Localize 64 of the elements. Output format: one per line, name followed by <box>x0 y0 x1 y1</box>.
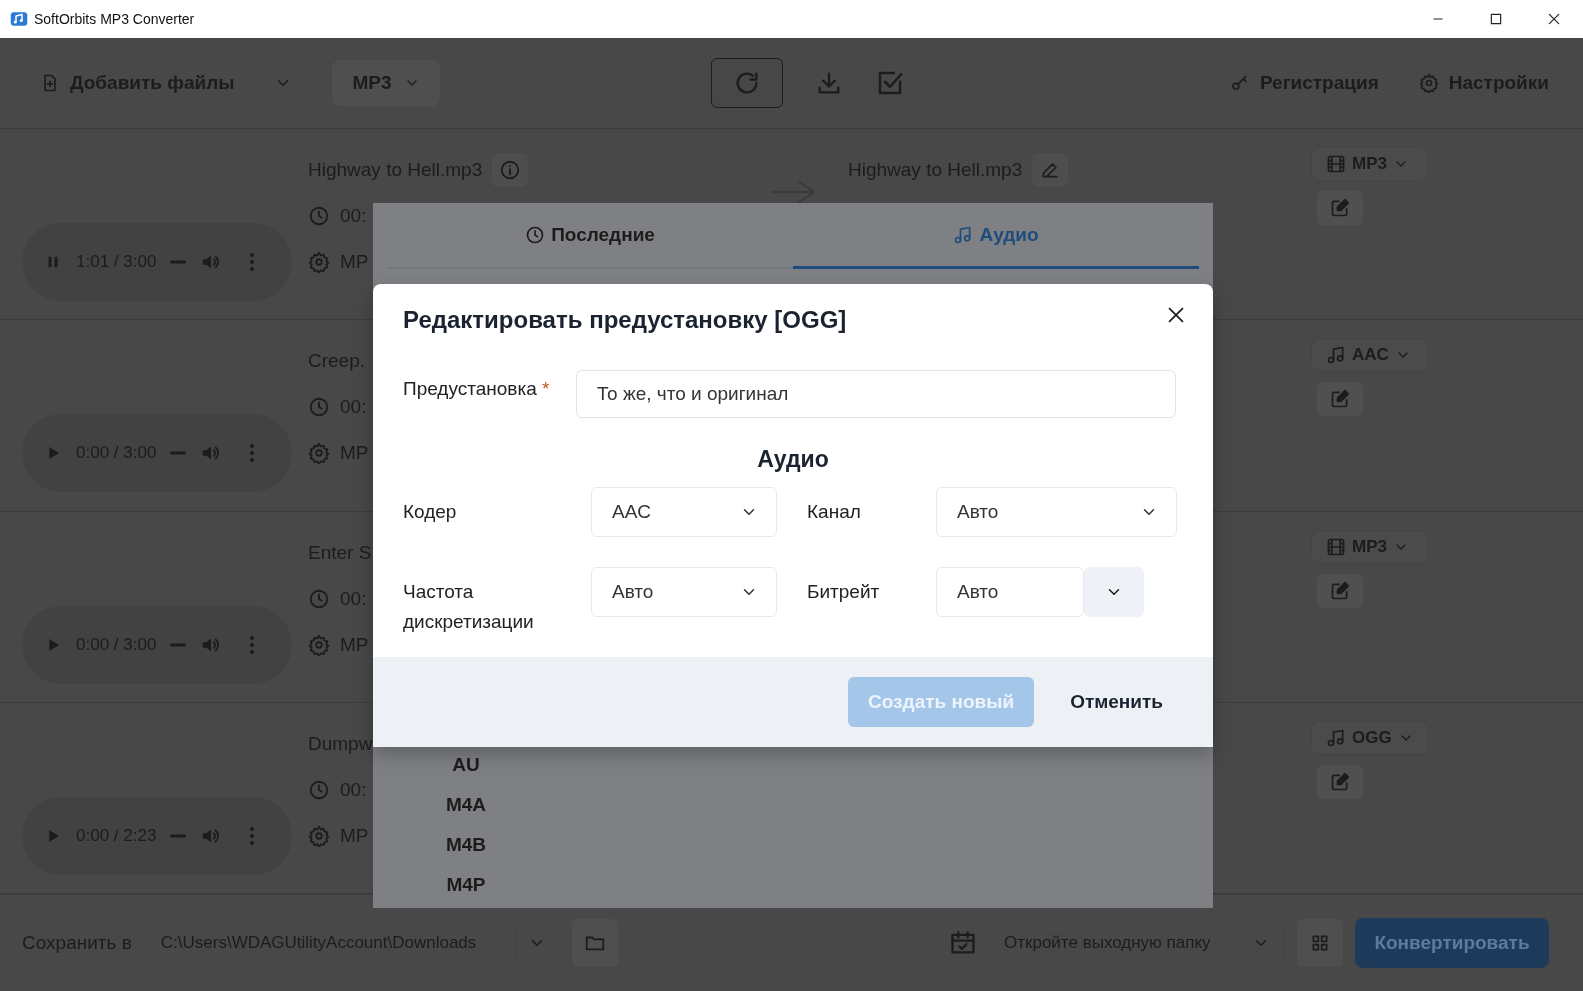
format-option[interactable]: AU <box>431 745 501 785</box>
progress-slider-icon <box>170 642 187 647</box>
music-note-icon <box>1326 345 1346 366</box>
preset-label: Предустановка * <box>403 377 551 400</box>
select-field[interactable]: Авто <box>936 487 1177 537</box>
field-label: Битрейт <box>806 580 881 604</box>
settings-icon <box>1418 73 1439 93</box>
maximize-icon <box>1489 12 1503 26</box>
clock-icon <box>308 778 330 801</box>
clock-icon <box>308 205 330 227</box>
film-icon <box>1326 536 1346 557</box>
select-field[interactable]: Авто <box>591 567 777 617</box>
key-icon <box>1229 73 1250 93</box>
preset-name-field[interactable]: То же, что и оригинал <box>576 370 1176 418</box>
film-icon <box>1326 154 1346 174</box>
progress-slider-icon <box>170 451 187 456</box>
close-icon <box>1547 12 1561 26</box>
field-label: Частота дискретизации <box>403 580 535 634</box>
edit-button[interactable] <box>1317 573 1363 608</box>
edit-icon <box>1330 580 1350 601</box>
clock-icon <box>308 396 330 419</box>
rename-button[interactable] <box>1032 153 1069 187</box>
progress-slider-icon <box>170 833 187 838</box>
bitrate-field[interactable]: Авто <box>936 567 1084 617</box>
dialog-title: Редактировать предустановку [OGG] <box>403 306 847 334</box>
more-icon <box>250 826 255 845</box>
layout-icon <box>1310 933 1330 953</box>
format-option[interactable]: M4A <box>431 785 501 825</box>
preset-tab[interactable]: Аудио <box>793 203 1199 269</box>
settings-icon <box>308 442 330 465</box>
settings-icon <box>308 824 330 847</box>
progress-slider-icon <box>170 260 187 264</box>
edit-button[interactable] <box>1317 382 1363 417</box>
preset-tab[interactable]: Последние <box>387 203 793 269</box>
window-title: SoftOrbits MP3 Converter <box>34 11 195 27</box>
edit-button[interactable] <box>1317 191 1363 225</box>
select-field[interactable]: AAC <box>591 487 777 537</box>
calendar-check-icon <box>949 929 977 957</box>
section-heading: Аудио <box>756 446 830 473</box>
more-icon <box>250 444 255 463</box>
format-option[interactable]: M4B <box>431 825 501 865</box>
field-label: Кодер <box>403 500 458 524</box>
edit-button[interactable] <box>1317 764 1363 799</box>
music-note-icon <box>953 224 974 245</box>
cancel-button[interactable]: Отменить <box>1070 691 1163 713</box>
field-label: Канал <box>806 500 862 524</box>
refresh-button[interactable] <box>710 58 783 108</box>
convert-button[interactable]: Конвертировать <box>1355 918 1549 968</box>
edit-icon <box>1330 198 1350 218</box>
browse-folder-button[interactable] <box>571 919 618 967</box>
clock-icon <box>308 587 330 610</box>
edit-icon <box>1330 771 1350 792</box>
info-icon <box>499 159 522 181</box>
info-button[interactable] <box>492 153 529 187</box>
format-option[interactable]: M4P <box>431 865 501 905</box>
more-icon <box>250 635 255 654</box>
music-note-icon <box>1326 727 1346 748</box>
edit-icon <box>1330 389 1350 410</box>
clock-icon <box>525 224 546 245</box>
more-icon <box>250 253 255 271</box>
settings-icon <box>308 633 330 656</box>
settings-icon <box>308 251 330 273</box>
app-logo-icon <box>10 10 28 28</box>
layout-button[interactable] <box>1297 919 1343 967</box>
